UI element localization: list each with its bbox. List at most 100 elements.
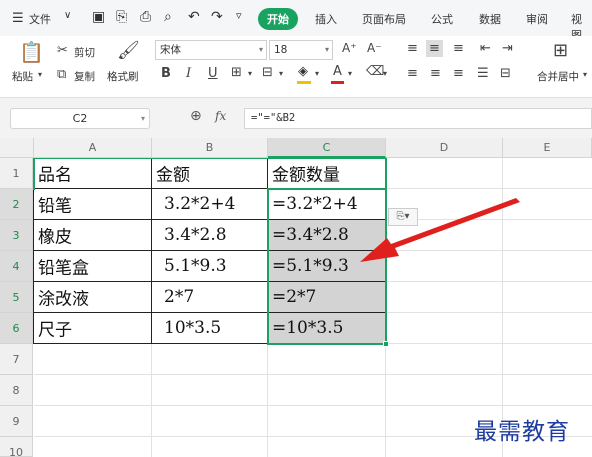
cell-a4[interactable]: 铅笔盒: [34, 251, 152, 282]
paste-dropdown-icon[interactable]: ▾: [38, 71, 42, 79]
chevron-down-icon[interactable]: ∨: [64, 10, 71, 21]
shrink-font-button[interactable]: A⁻: [367, 42, 382, 54]
font-size-value: 18: [274, 44, 288, 56]
copy-icon[interactable]: ⧉: [57, 68, 66, 81]
column-header-b[interactable]: B: [152, 138, 268, 158]
tab-data[interactable]: 数据: [479, 11, 501, 27]
row-header-5[interactable]: 5: [0, 282, 33, 313]
decrease-indent-icon[interactable]: ⇤: [480, 42, 491, 55]
cell-b1[interactable]: 金额: [152, 158, 268, 189]
cut-icon[interactable]: ✂: [57, 44, 68, 57]
italic-button[interactable]: I: [186, 67, 191, 80]
font-color-icon[interactable]: A: [333, 65, 342, 78]
cell-c5[interactable]: =2*7: [268, 282, 386, 313]
tab-formulas[interactable]: 公式: [431, 11, 453, 27]
hamburger-icon[interactable]: ☰: [12, 11, 24, 26]
chevron-down-icon[interactable]: ▾: [248, 70, 252, 78]
align-middle-icon[interactable]: ≡: [426, 40, 443, 57]
cell-b5[interactable]: 2*7: [152, 282, 268, 313]
underline-button[interactable]: U: [208, 67, 218, 80]
annotation-arrow: [360, 198, 520, 262]
row-header-9[interactable]: 9: [0, 406, 33, 437]
column-header-a[interactable]: A: [34, 138, 152, 158]
chevron-down-icon[interactable]: ▾: [383, 70, 387, 78]
chevron-down-icon[interactable]: ▾: [583, 71, 587, 79]
name-box[interactable]: C2 ▾: [10, 108, 150, 129]
cell-a6[interactable]: 尺子: [34, 313, 152, 344]
grow-font-button[interactable]: A⁺: [342, 42, 357, 54]
cut-button[interactable]: 剪切: [74, 45, 95, 60]
cell-b6[interactable]: 10*3.5: [152, 313, 268, 344]
align-left-icon[interactable]: ≡: [407, 67, 418, 80]
cell-style-icon[interactable]: ⊟: [262, 66, 273, 79]
row-header-3[interactable]: 3: [0, 220, 33, 251]
cell-a2[interactable]: 铅笔: [34, 189, 152, 220]
row-header-7[interactable]: 7: [0, 344, 33, 375]
cell-b2[interactable]: 3.2*2+4: [152, 189, 268, 220]
tab-page-layout[interactable]: 页面布局: [362, 11, 406, 27]
cell-c1[interactable]: 金额数量: [268, 158, 386, 189]
cell-a3[interactable]: 橡皮: [34, 220, 152, 251]
fill-color-icon[interactable]: ◈: [298, 65, 308, 78]
export-icon[interactable]: ⎘: [116, 9, 127, 25]
save-icon[interactable]: ▣: [92, 9, 105, 25]
fill-handle[interactable]: [383, 341, 389, 347]
cell-text: 2*7: [164, 287, 195, 307]
fx-label[interactable]: fx: [215, 109, 226, 123]
clear-format-icon[interactable]: ⌫: [366, 65, 384, 78]
font-name-select[interactable]: 宋体 ▾: [155, 40, 267, 60]
row-header-4[interactable]: 4: [0, 251, 33, 282]
row-header-2[interactable]: 2: [0, 189, 33, 220]
zoom-icon[interactable]: ⊕: [190, 108, 202, 124]
print-preview-icon[interactable]: ⌕: [164, 9, 172, 25]
cell-text: 橡皮: [38, 227, 72, 248]
font-name-value: 宋体: [160, 44, 181, 56]
align-bottom-icon[interactable]: ≡: [453, 42, 464, 55]
cell-c6[interactable]: =10*3.5: [268, 313, 386, 344]
file-menu[interactable]: 文件: [29, 11, 51, 27]
column-header-c[interactable]: C: [268, 138, 386, 158]
row-header-8[interactable]: 8: [0, 375, 33, 406]
undo-icon[interactable]: ↶: [188, 9, 200, 25]
distribute-icon[interactable]: ⊟: [500, 67, 511, 80]
chevron-down-icon[interactable]: ▾: [315, 70, 319, 78]
format-painter-button[interactable]: 格式刷: [107, 69, 139, 84]
row-header-10[interactable]: 10: [0, 437, 33, 457]
align-center-icon[interactable]: ≡: [430, 67, 441, 80]
chevron-down-icon[interactable]: ▾: [279, 70, 283, 78]
align-top-icon[interactable]: ≡: [407, 42, 418, 55]
cell-a1[interactable]: 品名: [34, 158, 152, 189]
cell-text: 3.2*2+4: [164, 194, 236, 214]
copy-button[interactable]: 复制: [74, 69, 95, 84]
merge-center-icon[interactable]: ⊞: [553, 42, 568, 60]
justify-icon[interactable]: ☰: [477, 67, 489, 80]
row-header-6[interactable]: 6: [0, 313, 33, 344]
chevron-down-icon: ▾: [258, 45, 263, 54]
column-header-d[interactable]: D: [386, 138, 503, 158]
bold-button[interactable]: B: [161, 67, 171, 80]
increase-indent-icon[interactable]: ⇥: [502, 42, 513, 55]
format-painter-icon[interactable]: 🖌: [117, 42, 140, 60]
column-header-e[interactable]: E: [503, 138, 592, 158]
cell-a5[interactable]: 涂改液: [34, 282, 152, 313]
chevron-down-icon[interactable]: ▾: [348, 70, 352, 78]
customize-toolbar-icon[interactable]: ▿: [236, 9, 242, 22]
redo-icon[interactable]: ↷: [211, 9, 223, 25]
formula-input[interactable]: ="="&B2: [244, 108, 592, 129]
paste-button[interactable]: 粘贴: [12, 69, 33, 84]
menu-bar: ☰ 文件 ∨ ▣ ⎘ ⎙ ⌕ ↶ ↷ ▿ 开始 插入 页面布局 公式 数据 审阅…: [0, 0, 592, 42]
font-size-select[interactable]: 18 ▾: [269, 40, 333, 60]
row-header-1[interactable]: 1: [0, 158, 33, 189]
tab-review[interactable]: 审阅: [526, 11, 548, 27]
tab-insert[interactable]: 插入: [315, 11, 337, 27]
cell-b4[interactable]: 5.1*9.3: [152, 251, 268, 282]
paste-icon[interactable]: 📋: [19, 42, 44, 62]
cell-text: 10*3.5: [164, 318, 222, 338]
print-icon[interactable]: ⎙: [140, 9, 151, 25]
select-all-corner[interactable]: [0, 138, 34, 158]
merge-center-button[interactable]: 合并居中: [537, 69, 579, 84]
borders-icon[interactable]: ⊞: [231, 66, 242, 79]
tab-home[interactable]: 开始: [258, 8, 298, 30]
cell-b3[interactable]: 3.4*2.8: [152, 220, 268, 251]
align-right-icon[interactable]: ≡: [453, 67, 464, 80]
